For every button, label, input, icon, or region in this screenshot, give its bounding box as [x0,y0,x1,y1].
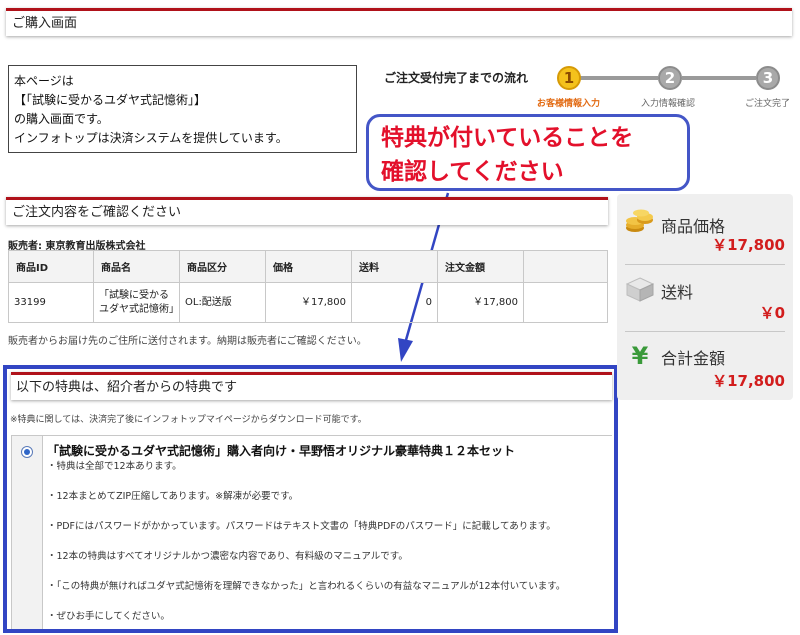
step-3-label: ご注文完了 [745,99,791,109]
page-title: ご購入画面 [6,8,792,36]
step-1-label: お客様情報入力 [537,99,601,109]
total-value: ￥17,800 [712,372,785,390]
col-total: 注文金額 [437,250,524,283]
callout-annotation: 特典が付いていることを 確認してください [366,114,690,191]
yen-icon: ¥ [632,342,649,368]
cell-total: ￥17,800 [437,282,524,323]
intro-box: 本ページは 【「試験に受かるユダヤ式記憶術」】 の購入画面です。 インフォトップ… [8,65,357,153]
intro-line-4: インフォトップは決済システムを提供しています。 [14,131,288,145]
bonus-description: 「試験に受かるユダヤ式記憶術」購入者向け・早野悟オリジナル豪華特典１２本セット … [42,436,612,629]
cell-empty [523,282,608,323]
col-empty [523,250,608,283]
bonus-line: ・12本まとめてZIP圧縮してあります。※解凍が必要です。 [47,491,299,502]
step-2-label: 入力情報確認 [641,99,696,109]
table-header-row: 商品ID 商品名 商品区分 価格 送料 注文金額 [8,250,608,283]
cell-product-id: 33199 [8,282,94,323]
bonus-radio[interactable] [21,446,33,458]
cell-shipping: 0 [351,282,438,323]
cell-product-name: 「試験に受かるユダヤ式記憶術」 [93,282,180,323]
bonus-title: 「試験に受かるユダヤ式記憶術」購入者向け・早野悟オリジナル豪華特典１２本セット [47,444,516,458]
callout-line-1: 特典が付いていることを [381,125,634,151]
bonus-line: ・12本の特典はすべてオリジナルかつ濃密な内容であり、有料級のマニュアルです。 [47,551,408,562]
total-label: 合計金額 [661,349,726,368]
delivery-note: 販売者からお届け先のご住所に送付されます。納期は販売者にご確認ください。 [8,336,367,347]
cell-price: ￥17,800 [265,282,352,323]
cell-product-type: OL:配送版 [179,282,266,323]
product-price-value: ￥17,800 [712,236,785,254]
step-3-indicator: 3 [756,66,780,90]
bonus-line: ・ぜひお手にしてください。 [47,611,170,622]
box-icon [625,277,655,302]
flow-title: ご注文受付完了までの流れ [384,71,529,85]
col-price: 価格 [265,250,352,283]
shipping-label: 送料 [661,283,694,302]
divider [625,264,785,265]
intro-line-2: 【「試験に受かるユダヤ式記憶術」】 [14,93,207,107]
intro-line-1: 本ページは [14,74,74,88]
col-shipping: 送料 [351,250,438,283]
table-row: 33199 「試験に受かるユダヤ式記憶術」 OL:配送版 ￥17,800 0 ￥… [8,282,608,323]
price-summary-panel: 商品価格 ￥17,800 送料 ￥0 ¥ 合計金額 ￥17,800 [617,194,793,400]
bonus-header: 以下の特典は、紹介者からの特典です [11,372,612,400]
step-connector [682,76,756,80]
bonus-line: ・「この特典が無ければユダヤ式記憶術を理解できなかった」と言われるくらいの有益な… [47,581,566,592]
intro-line-3: の購入画面です。 [14,112,109,126]
svg-text:¥: ¥ [632,342,649,368]
order-confirm-header: ご注文内容をご確認ください [6,197,608,225]
bonus-line: ・特典は全部で12本あります。 [47,461,182,472]
col-product-id: 商品ID [8,250,94,283]
shipping-value: ￥0 [759,304,785,322]
order-table: 商品ID 商品名 商品区分 価格 送料 注文金額 33199 「試験に受かるユダ… [8,250,608,323]
divider [625,331,785,332]
coins-icon [626,209,653,232]
bonus-highlight-frame: 以下の特典は、紹介者からの特典です ※特典に関しては、決済完了後にインフォトップ… [3,365,618,633]
bonus-line: ・PDFにはパスワードがかかっています。パスワードはテキスト文書の「特典PDFの… [47,521,556,532]
bonus-option: 「試験に受かるユダヤ式記憶術」購入者向け・早野悟オリジナル豪華特典１２本セット … [11,435,612,629]
col-product-type: 商品区分 [179,250,266,283]
callout-line-2: 確認してください [381,159,564,185]
bonus-note: ※特典に関しては、決済完了後にインフォトップマイページからダウンロード可能です。 [10,415,367,425]
step-connector [580,76,658,80]
step-2-indicator: 2 [658,66,682,90]
col-product-name: 商品名 [93,250,180,283]
step-1-indicator: 1 [557,66,581,90]
